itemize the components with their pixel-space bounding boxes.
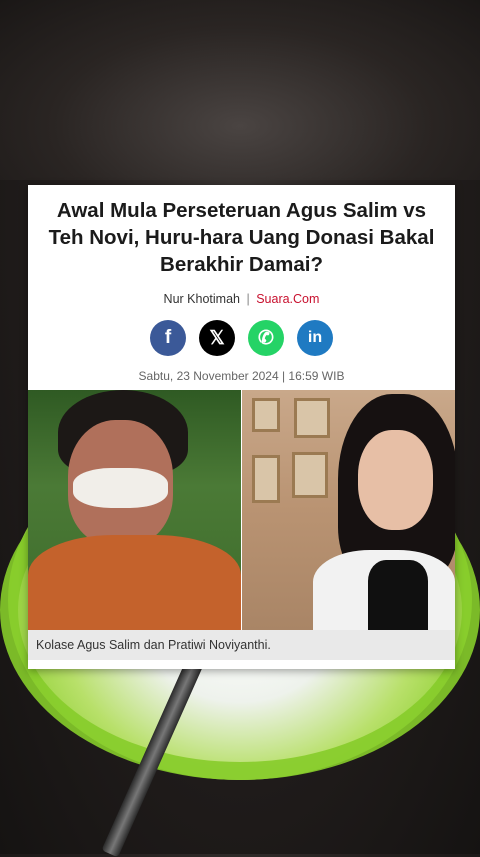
woman-face xyxy=(358,430,433,530)
wall-frame xyxy=(252,398,280,432)
linkedin-share-button[interactable]: in xyxy=(297,320,333,356)
byline: Nur Khotimah | Suara.Com xyxy=(28,292,455,306)
article-headline: Awal Mula Perseteruan Agus Salim vs Teh … xyxy=(48,199,435,276)
byline-separator: | xyxy=(246,292,250,306)
facebook-share-button[interactable]: f xyxy=(150,320,186,356)
woman-top xyxy=(368,560,428,630)
whatsapp-share-button[interactable]: ✆ xyxy=(248,320,284,356)
photo-caption: Kolase Agus Salim dan Pratiwi Noviyanthi… xyxy=(28,630,455,660)
author-name[interactable]: Nur Khotimah xyxy=(164,292,240,306)
x-icon: 𝕏 xyxy=(209,327,225,349)
publish-date: Sabtu, 23 November 2024 | 16:59 WIB xyxy=(138,369,345,383)
wall-frame xyxy=(252,455,280,503)
photo-left-panel xyxy=(28,390,241,630)
wall-frame xyxy=(292,452,328,498)
article-card: Awal Mula Perseteruan Agus Salim vs Teh … xyxy=(28,185,455,669)
whatsapp-icon: ✆ xyxy=(258,327,274,349)
wall-frame xyxy=(294,398,330,438)
facebook-icon: f xyxy=(164,327,172,348)
share-bar: f 𝕏 ✆ in xyxy=(28,320,455,356)
source-link[interactable]: Suara.Com xyxy=(256,292,319,306)
eye-bandage xyxy=(73,468,168,508)
x-share-button[interactable]: 𝕏 xyxy=(199,320,235,356)
article-photo[interactable] xyxy=(28,390,455,630)
linkedin-icon: in xyxy=(307,329,323,346)
man-shirt xyxy=(28,535,241,630)
background-top xyxy=(0,0,480,180)
